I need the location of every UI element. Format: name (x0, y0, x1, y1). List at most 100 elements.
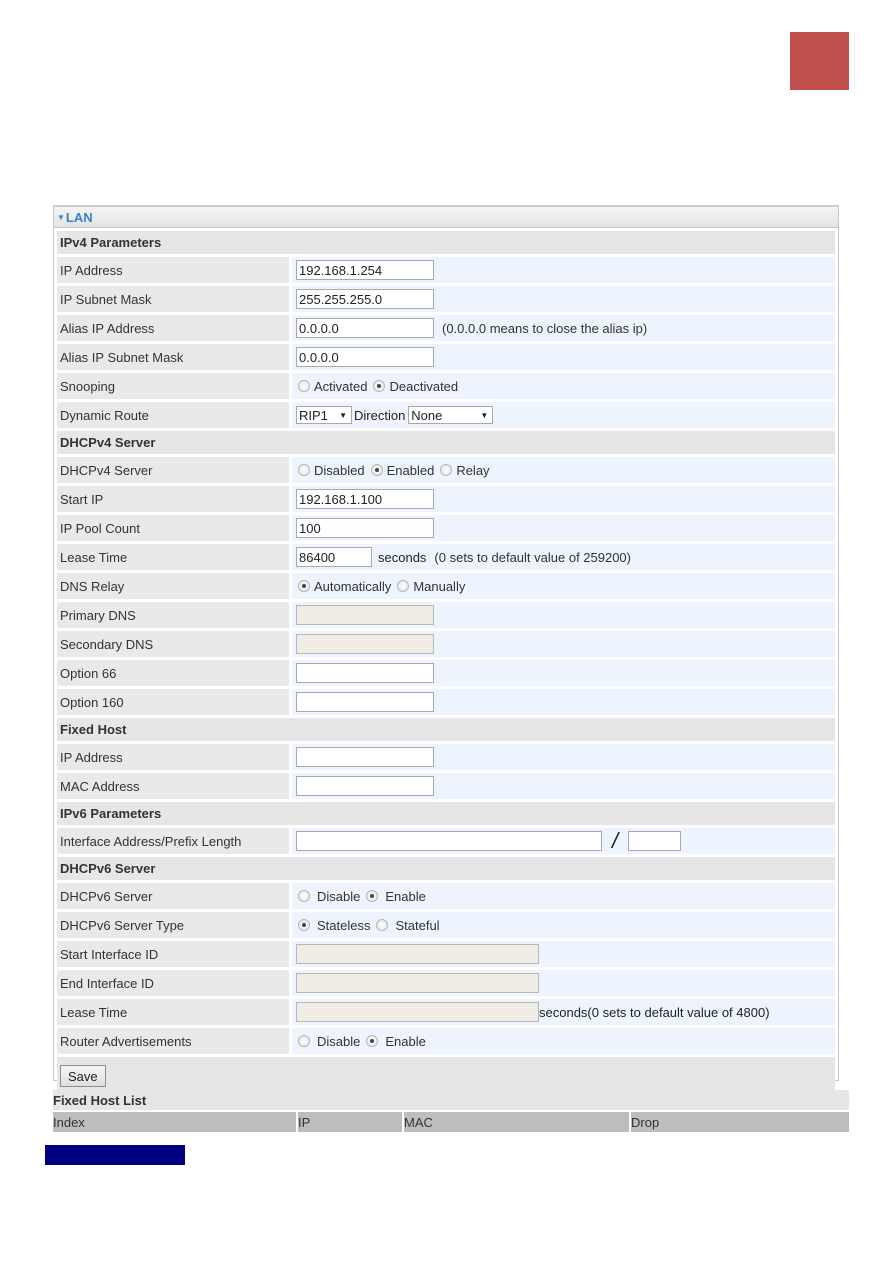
save-button[interactable]: Save (60, 1065, 106, 1087)
column-header-drop: Drop (631, 1112, 849, 1132)
prefix-separator: / (612, 828, 619, 853)
radio-selected-icon[interactable] (366, 890, 379, 902)
ipv6-prefix-input[interactable] (628, 831, 682, 851)
row-secondary-dns: Secondary DNS (57, 631, 835, 657)
row-dynamic-route: Dynamic Route RIP1 ▼ Direction None ▼ (57, 402, 835, 428)
label-start-ip: Start IP (57, 486, 289, 512)
collapse-triangle-icon[interactable]: ▼ (57, 213, 65, 222)
pool-count-input[interactable] (296, 518, 434, 538)
radio-icon[interactable] (298, 464, 310, 476)
row-option160: Option 160 (57, 689, 835, 715)
radio-icon[interactable] (298, 380, 310, 392)
dhcpv6-stateful-radio[interactable]: Stateful (374, 918, 440, 933)
alias-ip-note: (0.0.0.0 means to close the alias ip) (442, 320, 648, 336)
row-dhcpv6-type: DHCPv6 Server Type Stateless Stateful (57, 912, 835, 938)
label-primary-dns: Primary DNS (57, 602, 289, 628)
ipv6-address-input[interactable] (296, 831, 602, 851)
label-option160: Option 160 (57, 689, 289, 715)
label-router-adv: Router Advertisements (57, 1028, 289, 1054)
fixed-mac-input[interactable] (296, 776, 434, 796)
radio-selected-icon[interactable] (366, 1035, 379, 1047)
row-ip-address: IP Address (57, 257, 835, 283)
row-dhcpv6-server: DHCPv6 Server Disable Enable (57, 883, 835, 909)
lease-time-unit: seconds (378, 549, 427, 565)
dhcpv6-lease-input (296, 1002, 539, 1022)
fixed-ip-input[interactable] (296, 747, 434, 767)
label-secondary-dns: Secondary DNS (57, 631, 289, 657)
label-ip-address: IP Address (57, 257, 289, 283)
dhcpv6-enable-radio[interactable]: Enable (364, 889, 426, 904)
radio-icon[interactable] (376, 919, 389, 931)
column-header-index: Index (53, 1112, 296, 1132)
snooping-deactivated-radio[interactable]: Deactivated (371, 379, 458, 394)
secondary-dns-input (296, 634, 434, 654)
option160-input[interactable] (296, 692, 434, 712)
primary-dns-input (296, 605, 434, 625)
start-interface-id-input (296, 944, 539, 964)
label-fixed-mac: MAC Address (57, 773, 289, 799)
radio-icon[interactable] (440, 464, 453, 476)
lan-panel: ▼ LAN IPv4 Parameters IP Address IP Subn… (53, 205, 839, 1095)
label-alias-mask: Alias IP Subnet Mask (57, 344, 289, 370)
label-snooping: Snooping (57, 373, 289, 399)
panel-title: LAN (65, 209, 93, 225)
section-dhcpv4: DHCPv4 Server (57, 431, 835, 454)
label-start-interface-id: Start Interface ID (57, 941, 289, 967)
label-dynamic-route: Dynamic Route (57, 402, 289, 428)
label-alias-ip: Alias IP Address (57, 315, 289, 341)
section-ipv6: IPv6 Parameters (57, 802, 835, 825)
section-fixed-host: Fixed Host (57, 718, 835, 741)
column-header-mac: MAC (404, 1112, 629, 1132)
ip-address-input[interactable] (296, 260, 434, 280)
lease-time-note: (0 sets to default value of 259200) (434, 549, 631, 565)
radio-icon[interactable] (298, 890, 310, 902)
dns-manual-radio[interactable]: Manually (395, 579, 465, 594)
dropdown-arrow-icon: ▼ (339, 410, 347, 420)
label-ipv6-interface: Interface Address/Prefix Length (57, 828, 289, 854)
dhcpv4-enabled-radio[interactable]: Enabled (369, 463, 434, 478)
dns-auto-radio[interactable]: Automatically (296, 579, 391, 594)
fixed-host-list: Fixed Host List Index IP MAC Drop (53, 1090, 849, 1132)
dhcpv4-relay-radio[interactable]: Relay (438, 463, 490, 478)
dhcpv6-disable-radio[interactable]: Disable (296, 889, 360, 904)
router-adv-enable-radio[interactable]: Enable (364, 1034, 426, 1049)
label-dns-relay: DNS Relay (57, 573, 289, 599)
lan-panel-header[interactable]: ▼ LAN (54, 206, 838, 228)
radio-selected-icon[interactable] (373, 380, 386, 392)
radio-icon[interactable] (397, 580, 410, 592)
dhcpv6-stateless-radio[interactable]: Stateless (296, 918, 370, 933)
radio-selected-icon[interactable] (298, 919, 310, 931)
row-lease-time: Lease Time seconds (0 sets to default va… (57, 544, 835, 570)
router-adv-disable-radio[interactable]: Disable (296, 1034, 360, 1049)
radio-icon[interactable] (298, 1035, 310, 1047)
start-ip-input[interactable] (296, 489, 434, 509)
label-end-interface-id: End Interface ID (57, 970, 289, 996)
label-fixed-ip: IP Address (57, 744, 289, 770)
label-lease-time: Lease Time (57, 544, 289, 570)
radio-selected-icon[interactable] (298, 580, 310, 592)
row-fixed-mac: MAC Address (57, 773, 835, 799)
lease-time-input[interactable] (296, 547, 372, 567)
option66-input[interactable] (296, 663, 434, 683)
snooping-activated-radio[interactable]: Activated (296, 379, 367, 394)
row-alias-ip: Alias IP Address (0.0.0.0 means to close… (57, 315, 835, 341)
alias-mask-input[interactable] (296, 347, 434, 367)
label-dhcpv4-server: DHCPv4 Server (57, 457, 289, 483)
radio-selected-icon[interactable] (370, 464, 383, 476)
row-start-interface-id: Start Interface ID (57, 941, 835, 967)
alias-ip-input[interactable] (296, 318, 434, 338)
subnet-mask-input[interactable] (296, 289, 434, 309)
fixed-host-list-title: Fixed Host List (53, 1090, 849, 1110)
rip-version-select[interactable]: RIP1 ▼ (296, 406, 352, 424)
label-dhcpv6-server: DHCPv6 Server (57, 883, 289, 909)
direction-select[interactable]: None ▼ (408, 406, 494, 424)
row-primary-dns: Primary DNS (57, 602, 835, 628)
navigation-bar[interactable] (45, 1145, 185, 1165)
row-option66: Option 66 (57, 660, 835, 686)
label-subnet-mask: IP Subnet Mask (57, 286, 289, 312)
dhcpv4-disabled-radio[interactable]: Disabled (296, 463, 365, 478)
row-alias-mask: Alias IP Subnet Mask (57, 344, 835, 370)
fixed-host-list-header: Index IP MAC Drop (53, 1112, 849, 1132)
row-subnet-mask: IP Subnet Mask (57, 286, 835, 312)
direction-label: Direction (354, 407, 406, 423)
